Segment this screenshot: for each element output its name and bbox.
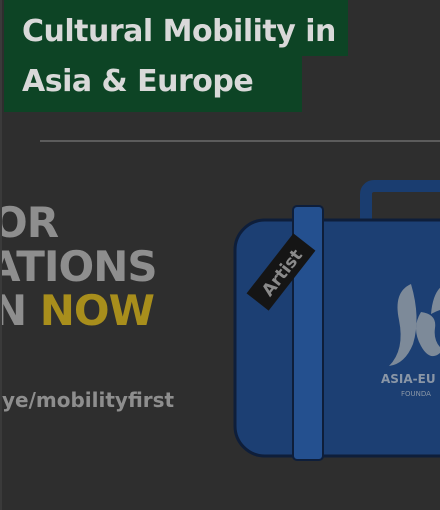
foundation-subtitle: FOUNDA — [401, 390, 431, 398]
divider — [40, 140, 440, 142]
promo-accent-word: NOW — [39, 286, 155, 335]
promo-line-1: OR — [2, 198, 59, 247]
foundation-name: ASIA-EU — [381, 372, 436, 386]
title-line-1: Cultural Mobility in — [4, 0, 348, 56]
promo-line-3: N NOW — [2, 290, 155, 332]
banner-card[interactable]: Cultural Mobility in Asia & Europe OR AT… — [0, 0, 440, 510]
promo-line-3-prefix: N — [2, 286, 27, 335]
promo-url[interactable]: ye/mobilityfirst — [2, 388, 174, 412]
suitcase-illustration: Artist ASIA-EU FOUNDA — [233, 180, 440, 461]
promo-line-2: ATIONS — [0, 242, 158, 291]
title-line-2: Asia & Europe — [4, 56, 302, 112]
